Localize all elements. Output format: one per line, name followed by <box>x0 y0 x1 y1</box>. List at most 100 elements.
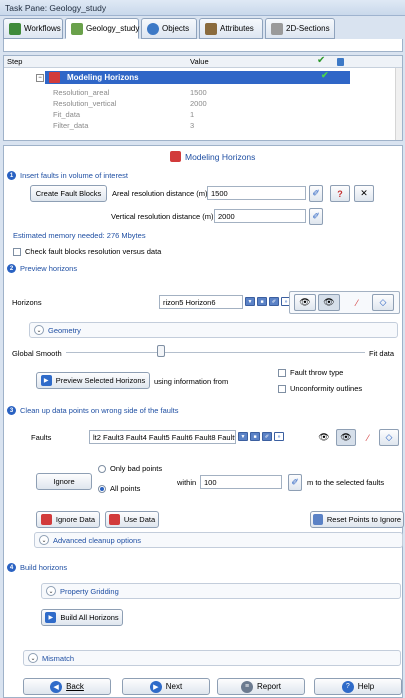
checkbox-box[interactable] <box>278 368 286 377</box>
reset-points-button[interactable]: Reset Points to Ignore <box>310 511 404 528</box>
vertical-resolution-label: Vertical resolution distance (m) <box>111 212 214 221</box>
reset-icon <box>312 514 323 525</box>
tools-icon[interactable]: ✕ <box>354 185 374 202</box>
horizons-selection-field[interactable]: rizon5 Horizon6 <box>159 295 243 309</box>
window-title-bar: Task Pane: Geology_study <box>0 0 405 16</box>
tab-label: Attributes <box>220 24 254 33</box>
tab-label: Geology_study <box>86 24 140 33</box>
use-data-button[interactable]: Use Data <box>105 511 159 528</box>
memory-estimate: Estimated memory needed: 276 Mbytes <box>13 231 146 240</box>
ignore-data-icon <box>40 514 52 525</box>
list-select-icon[interactable]: ■ <box>250 432 260 441</box>
areal-resolution-input[interactable]: 1500 <box>207 186 306 200</box>
faults-label: Faults <box>31 433 52 442</box>
play-icon: ▶ <box>40 375 52 386</box>
next-button[interactable]: ▶ Next <box>122 678 210 695</box>
list-dropdown-icon[interactable]: ▼ <box>245 297 255 306</box>
property-gridding-expander[interactable]: ⌄ Property Gridding <box>41 583 401 599</box>
geometry-expander[interactable]: ⌄ Geometry <box>29 322 398 338</box>
button-label: Ignore <box>53 477 75 486</box>
list-pick-icon[interactable]: ✐ <box>269 297 279 306</box>
checkbox-label: Check fault blocks resolution versus dat… <box>25 247 162 256</box>
radio-circle[interactable] <box>98 484 106 493</box>
expander-label: Advanced cleanup options <box>53 535 141 545</box>
checkbox-box[interactable] <box>13 247 21 256</box>
tab-2d-sections[interactable]: 2D-Sections <box>265 18 335 39</box>
back-button[interactable]: ◀ Back <box>23 678 111 695</box>
tree-scrollbar[interactable] <box>395 68 402 140</box>
expander-label: Mismatch <box>42 653 75 663</box>
surface-icon[interactable]: ◇ <box>372 294 394 311</box>
advanced-cleanup-expander[interactable]: ⌄ Advanced cleanup options <box>34 532 403 548</box>
list-select-icon[interactable]: ■ <box>257 297 267 306</box>
create-fault-blocks-button[interactable]: Create Fault Blocks <box>30 185 107 202</box>
report-icon: ≡ <box>240 680 253 693</box>
tree-row[interactable]: Filter_data <box>53 121 88 132</box>
fit-data-label: Fit data <box>369 349 395 358</box>
tree-header: Step Value ✔ <box>4 55 402 68</box>
tree-row[interactable]: Resolution_vertical <box>53 99 116 110</box>
fault-lines-icon[interactable]: ⁄ <box>359 429 377 446</box>
ignore-data-button[interactable]: Ignore Data <box>36 511 100 528</box>
modeling-horizons-icon <box>49 72 60 83</box>
tree-row-value: 1500 <box>190 88 207 97</box>
all-points-radio[interactable]: All points <box>98 484 140 493</box>
tab-label: 2D-Sections <box>286 24 330 33</box>
mismatch-expander[interactable]: ⌄ Mismatch <box>23 650 401 666</box>
only-bad-points-radio[interactable]: Only bad points <box>98 464 162 473</box>
attributes-icon <box>205 22 217 35</box>
fault-lines-icon[interactable]: ⁄ <box>346 294 368 311</box>
tree-row[interactable]: Resolution_areal <box>53 88 109 99</box>
eye-filter-icon[interactable]: 👁 <box>318 294 340 311</box>
section-number: 2 <box>7 264 16 273</box>
tab-attributes[interactable]: Attributes <box>199 18 263 39</box>
smooth-slider-track[interactable] <box>66 352 365 353</box>
button-label: Reset Points to Ignore <box>326 515 402 524</box>
step-tree: Step Value ✔ Modeling Horizons ✔ − Resol… <box>3 55 403 141</box>
pick-icon[interactable]: ✐ <box>309 208 323 225</box>
eye-icon[interactable]: 👁 <box>294 294 316 311</box>
eye-filter-icon[interactable]: 👁 <box>336 429 356 446</box>
faults-selection-field[interactable]: lt2 Fault3 Fault4 Fault5 Fault6 Fault8 F… <box>89 430 236 444</box>
button-label: Ignore Data <box>55 515 96 524</box>
pick-icon[interactable]: ✐ <box>288 474 302 491</box>
checkmark-icon: ✔ <box>317 55 326 66</box>
ignore-button[interactable]: Ignore <box>36 473 92 490</box>
pick-icon[interactable]: ✐ <box>309 185 323 202</box>
eye-icon[interactable]: 👁 <box>314 429 334 446</box>
list-pick-icon[interactable]: ✐ <box>262 432 272 441</box>
help-question-icon[interactable]: ? <box>330 185 350 202</box>
build-all-horizons-button[interactable]: ▶ Build All Horizons <box>41 609 123 626</box>
workflow-panel: Modeling Horizons 1 Insert faults in vol… <box>3 145 404 698</box>
radio-circle[interactable] <box>98 464 106 473</box>
section-number: 4 <box>7 563 16 572</box>
tree-selected-row[interactable]: Modeling Horizons ✔ <box>45 70 350 84</box>
list-dropdown-icon[interactable]: ▼ <box>238 432 248 441</box>
surface-icon[interactable]: ◇ <box>379 429 399 446</box>
fault-throw-checkbox[interactable]: Fault throw type <box>278 368 343 377</box>
report-button[interactable]: ≡ Report <box>217 678 305 695</box>
button-label: Use Data <box>123 515 156 524</box>
chevron-down-icon: ⌄ <box>46 586 56 596</box>
tab-geology-study[interactable]: Geology_study <box>65 18 139 39</box>
check-fault-blocks-checkbox[interactable]: Check fault blocks resolution versus dat… <box>13 247 161 256</box>
tab-workflows[interactable]: Workflows <box>3 18 63 39</box>
section-title-text: Build horizons <box>20 563 68 572</box>
panel-title: Modeling Horizons <box>170 151 255 162</box>
within-distance-input[interactable]: 100 <box>200 475 282 489</box>
preview-selected-horizons-button[interactable]: ▶ Preview Selected Horizons <box>36 372 150 389</box>
areal-resolution-label: Areal resolution distance (m) <box>112 189 208 198</box>
help-button[interactable]: ? Help <box>314 678 402 695</box>
vertical-resolution-input[interactable]: 2000 <box>214 209 306 223</box>
smooth-slider-thumb[interactable] <box>157 345 165 357</box>
list-more-icon[interactable]: » <box>274 432 284 441</box>
objects-icon <box>147 22 159 35</box>
unconformity-checkbox[interactable]: Unconformity outlines <box>278 384 362 393</box>
tab-label: Objects <box>162 24 190 33</box>
tree-row[interactable]: Fit_data <box>53 110 80 121</box>
tree-row-value: 2000 <box>190 99 207 108</box>
collapse-icon[interactable]: − <box>36 74 44 82</box>
tab-objects[interactable]: Objects <box>141 18 197 39</box>
col-step-header: Step <box>7 57 23 66</box>
checkbox-box[interactable] <box>278 384 286 393</box>
